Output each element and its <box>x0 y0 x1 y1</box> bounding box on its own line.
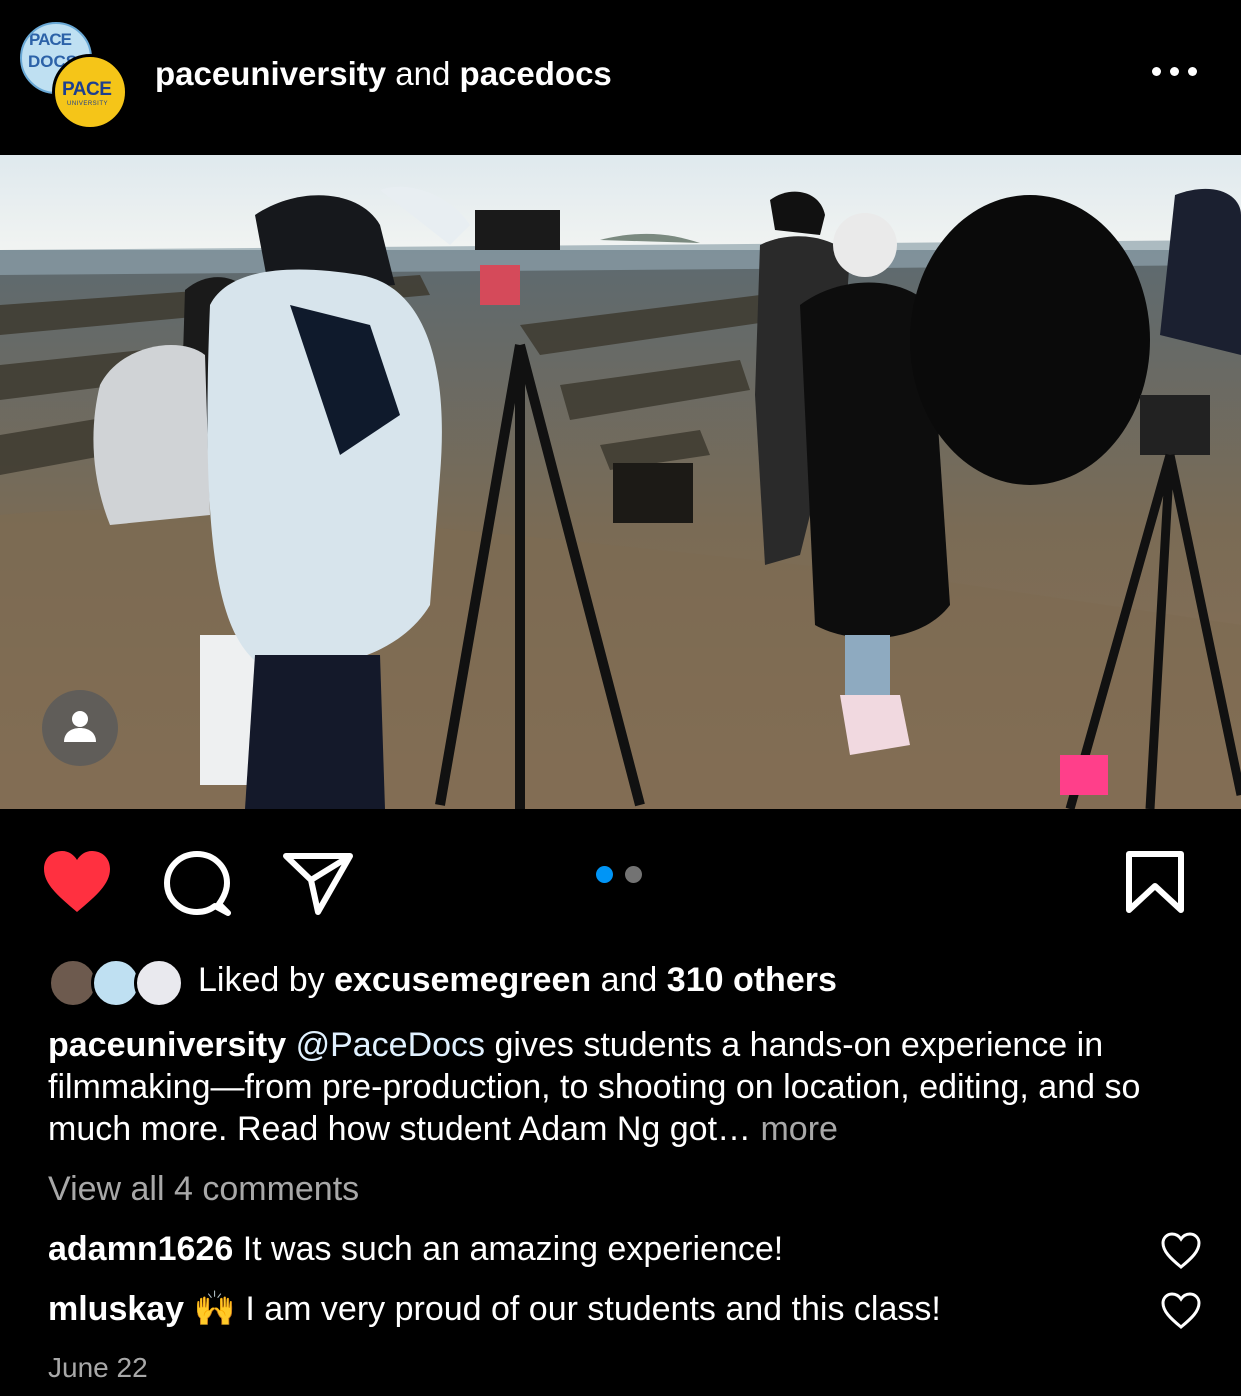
comment-item: mluskay 🙌 I am very proud of our student… <box>48 1288 941 1330</box>
caption-username-link[interactable]: paceuniversity <box>48 1026 286 1064</box>
send-icon[interactable] <box>282 850 354 916</box>
likes-row: Liked by excusemegreen and 310 others <box>48 955 1198 1008</box>
author-primary-link[interactable]: paceuniversity <box>155 55 386 92</box>
caption-mention-link[interactable]: @PaceDocs <box>296 1026 485 1064</box>
heart-filled-icon[interactable] <box>42 850 112 914</box>
post-photo[interactable] <box>0 155 1241 809</box>
comment-like-heart-icon[interactable] <box>1160 1292 1202 1330</box>
carousel-dot-active[interactable] <box>596 866 613 883</box>
pace-avatar-text: PACE <box>62 79 112 100</box>
comment-text: It was such an amazing experience! <box>242 1230 784 1268</box>
post-date: June 22 <box>48 1352 148 1383</box>
view-all-comments-link[interactable]: View all 4 comments <box>48 1168 359 1210</box>
paceuniversity-avatar[interactable]: PACE UNIVERSITY <box>52 54 128 130</box>
caption-more-link[interactable]: more <box>760 1110 837 1148</box>
more-dot <box>1152 67 1161 76</box>
comment-icon[interactable] <box>162 850 232 920</box>
author-secondary-link[interactable]: pacedocs <box>460 55 612 92</box>
post-authors: paceuniversity and pacedocs <box>155 52 612 96</box>
liked-by-text: Liked by excusemegreen and 310 others <box>198 960 837 1000</box>
post-header: PACE DOCS PACE UNIVERSITY paceuniversity… <box>0 0 1241 155</box>
liker-avatar[interactable] <box>134 958 184 1008</box>
comment-item: adamn1626 It was such an amazing experie… <box>48 1228 783 1270</box>
liked-by-others-link[interactable]: 310 others <box>667 961 837 999</box>
carousel-dot[interactable] <box>625 866 642 883</box>
author-avatars[interactable]: PACE DOCS PACE UNIVERSITY <box>20 22 128 130</box>
post-caption: paceuniversity @PaceDocs gives students … <box>48 1024 1198 1150</box>
pace-avatar-subtext: UNIVERSITY <box>67 101 109 107</box>
user-tag-icon[interactable] <box>42 690 118 766</box>
bookmark-icon[interactable] <box>1125 850 1185 914</box>
more-dot <box>1170 67 1179 76</box>
pacedocs-avatar-text-1: PACE <box>29 30 72 49</box>
comment-text: I am very proud of our students and this… <box>245 1290 941 1328</box>
comment-like-heart-icon[interactable] <box>1160 1232 1202 1270</box>
comment-emoji: 🙌 <box>193 1290 236 1328</box>
comment-username-link[interactable]: mluskay <box>48 1290 184 1328</box>
more-options-icon[interactable] <box>1150 60 1200 86</box>
person-icon <box>64 711 96 742</box>
liked-by-prefix: Liked by <box>198 961 325 999</box>
liked-by-joiner: and <box>600 961 658 999</box>
comment-username-link[interactable]: adamn1626 <box>48 1230 233 1268</box>
liked-by-user-link[interactable]: excusemegreen <box>334 961 591 999</box>
carousel-indicator <box>596 866 646 884</box>
author-joiner: and <box>395 55 451 92</box>
more-dot <box>1188 67 1197 76</box>
film-crew-beach-image <box>0 155 1241 809</box>
